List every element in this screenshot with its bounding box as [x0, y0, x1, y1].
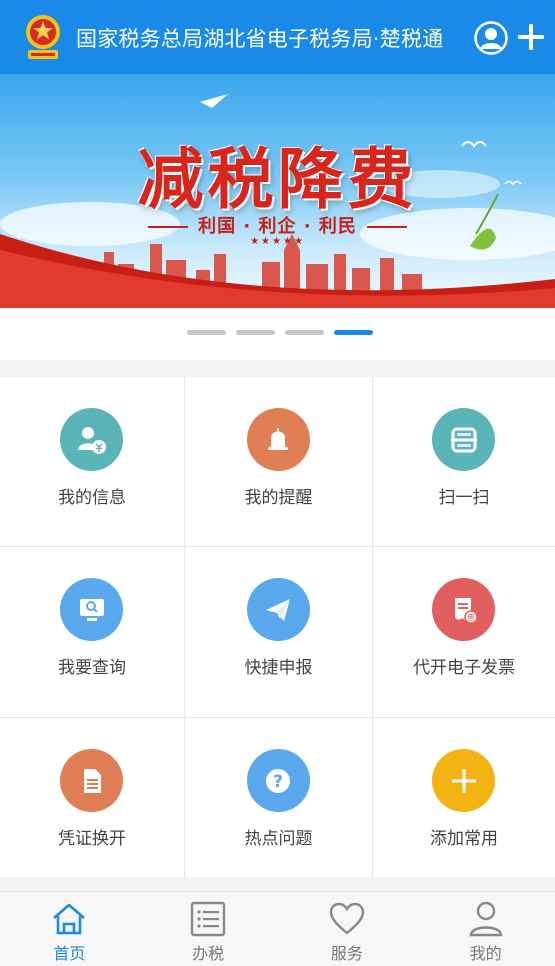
banner-headline: 减税降费	[137, 140, 418, 218]
user-info-icon	[60, 408, 123, 471]
tab-label: 我的	[469, 944, 502, 963]
question-icon: ?	[246, 749, 310, 812]
grid-item-label: 凭证换开	[58, 829, 126, 849]
carousel-dot[interactable]	[187, 330, 226, 335]
user-circle-icon[interactable]	[474, 21, 508, 55]
home-icon	[53, 903, 86, 935]
list-icon	[190, 901, 226, 937]
plus-icon	[432, 749, 495, 812]
tab-tax-handling[interactable]: 办税	[139, 892, 278, 966]
tab-home[interactable]: 首页	[0, 892, 139, 966]
plus-icon[interactable]	[516, 22, 546, 52]
monitor-search-icon	[60, 578, 123, 641]
banner-slogan: 利国 · 利企 · 利民	[0, 212, 555, 238]
grid-item-my-info[interactable]: 我的信息	[0, 377, 185, 547]
grid-item-voucher-exchange[interactable]: 凭证换开	[0, 718, 185, 877]
grid-item-hot-questions[interactable]: ? 热点问题	[185, 718, 373, 877]
grid-item-quick-declare[interactable]: 快捷申报	[185, 547, 373, 718]
grid-item-label: 我的提醒	[244, 488, 313, 508]
grid-item-query[interactable]: 我要查询	[0, 547, 185, 718]
function-grid: 我的信息 我的提醒 扫一扫 我要查询 快捷申报 普 代开电子发票 凭证换开 ? …	[0, 377, 555, 877]
grid-item-e-invoice[interactable]: 普 代开电子发票	[373, 547, 555, 718]
grid-item-add-common[interactable]: 添加常用	[373, 718, 555, 877]
paper-plane-icon	[246, 578, 310, 641]
tab-mine[interactable]: 我的	[416, 892, 555, 966]
grid-item-label: 我要查询	[58, 658, 126, 678]
document-icon	[60, 749, 123, 812]
grid-item-label: 我的信息	[58, 488, 126, 508]
invoice-icon: 普	[432, 578, 495, 641]
tab-label: 办税	[192, 944, 225, 963]
tab-label: 服务	[330, 944, 363, 963]
carousel-indicator	[0, 308, 555, 360]
svg-text:普: 普	[467, 612, 475, 622]
svg-text:?: ?	[273, 772, 283, 792]
grid-item-scan[interactable]: 扫一扫	[373, 377, 555, 547]
page-title: 国家税务总局湖北省电子税务局·楚税通	[76, 27, 444, 51]
bell-icon	[246, 408, 310, 471]
person-icon	[469, 901, 502, 937]
top-header: 国家税务总局湖北省电子税务局·楚税通	[0, 0, 555, 74]
tax-emblem-icon	[26, 15, 60, 59]
grid-item-label: 代开电子发票	[413, 658, 515, 678]
promo-banner[interactable]: 减税降费 利国 · 利企 · 利民 ★★★★★	[0, 74, 555, 308]
tab-label: 首页	[53, 944, 86, 963]
heart-icon	[329, 902, 365, 935]
grid-item-label: 扫一扫	[438, 488, 490, 508]
bottom-tab-bar: 首页 办税 服务 我的	[0, 891, 555, 966]
grid-item-label: 快捷申报	[244, 658, 313, 678]
grid-item-label: 热点问题	[244, 829, 313, 849]
carousel-dot-active[interactable]	[334, 330, 373, 335]
grid-item-label: 添加常用	[430, 829, 498, 849]
scan-icon	[432, 408, 495, 471]
tab-service[interactable]: 服务	[278, 892, 417, 966]
banner-stars: ★★★★★	[250, 236, 305, 247]
carousel-dot[interactable]	[236, 330, 275, 335]
carousel-dot[interactable]	[285, 330, 324, 335]
grid-item-my-reminders[interactable]: 我的提醒	[185, 377, 373, 547]
app-root: 国家税务总局湖北省电子税务局·楚税通 减税降费 利国 · 利企 · 利民 ★★★…	[0, 0, 555, 966]
